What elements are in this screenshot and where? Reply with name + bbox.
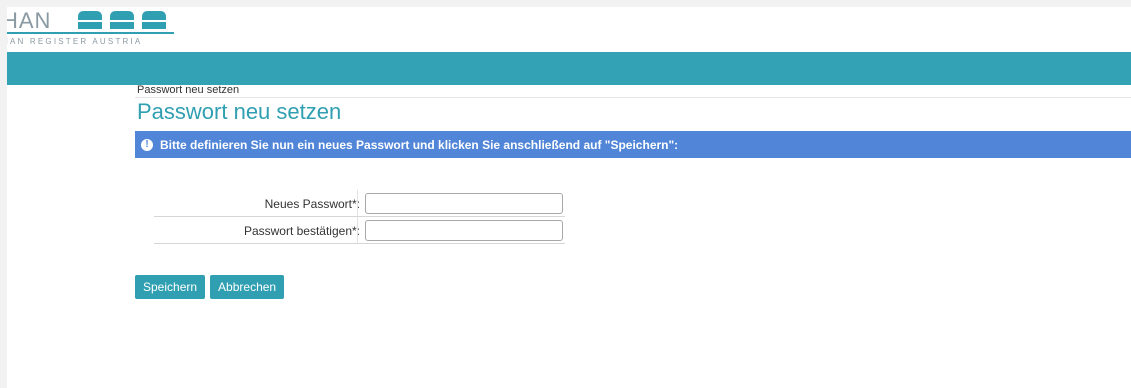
logo[interactable]: HAN HAN Register Austria (7, 7, 207, 53)
cell-divider (357, 190, 358, 216)
form-row-confirm-password: Passwort bestätigen*: (154, 217, 565, 244)
logo-houses-icon (78, 11, 166, 29)
save-button[interactable]: Speichern (135, 275, 206, 299)
confirm-password-label: Passwort bestätigen*: (243, 224, 360, 238)
password-form: Neues Passwort*: Passwort bestätigen*: (154, 190, 565, 244)
new-password-label: Neues Passwort*: (264, 197, 360, 211)
info-message-bar: ! Bitte definieren Sie nun ein neues Pas… (135, 131, 1131, 158)
browser-frame: HAN HAN Register Austria Passwort neu se… (0, 0, 1131, 388)
cell-divider (357, 217, 358, 243)
info-icon: ! (141, 138, 153, 151)
navigation-bar (7, 52, 1131, 85)
logo-underline (7, 32, 174, 34)
form-row-new-password: Neues Passwort*: (154, 190, 565, 217)
form-actions: Speichern Abbrechen (135, 275, 285, 299)
page: HAN HAN Register Austria Passwort neu se… (7, 7, 1131, 388)
confirm-password-input[interactable] (365, 220, 563, 241)
divider (135, 97, 1131, 98)
cancel-button[interactable]: Abbrechen (210, 275, 285, 299)
new-password-input[interactable] (365, 193, 563, 214)
page-title: Passwort neu setzen (137, 99, 342, 124)
logo-subtitle: HAN Register Austria (7, 37, 143, 46)
breadcrumb: Passwort neu setzen (137, 84, 240, 96)
logo-text: HAN (7, 8, 52, 33)
info-message: Bitte definieren Sie nun ein neues Passw… (160, 137, 679, 152)
